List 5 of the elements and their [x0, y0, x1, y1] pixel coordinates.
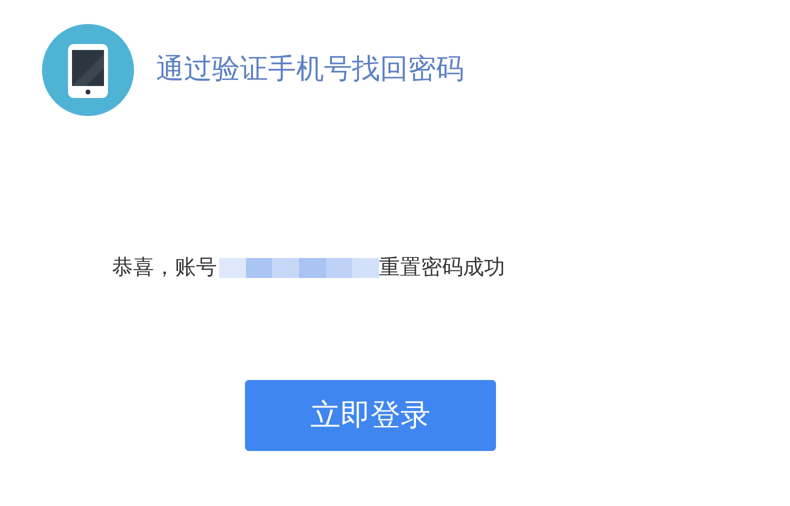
phone-icon	[42, 24, 134, 116]
success-message: 重置密码成功	[379, 254, 505, 281]
success-message: 恭喜，账号	[112, 254, 217, 281]
login-button[interactable]: 立即登录	[245, 380, 496, 450]
page-title: 通过验证手机号找回密码	[156, 52, 464, 86]
